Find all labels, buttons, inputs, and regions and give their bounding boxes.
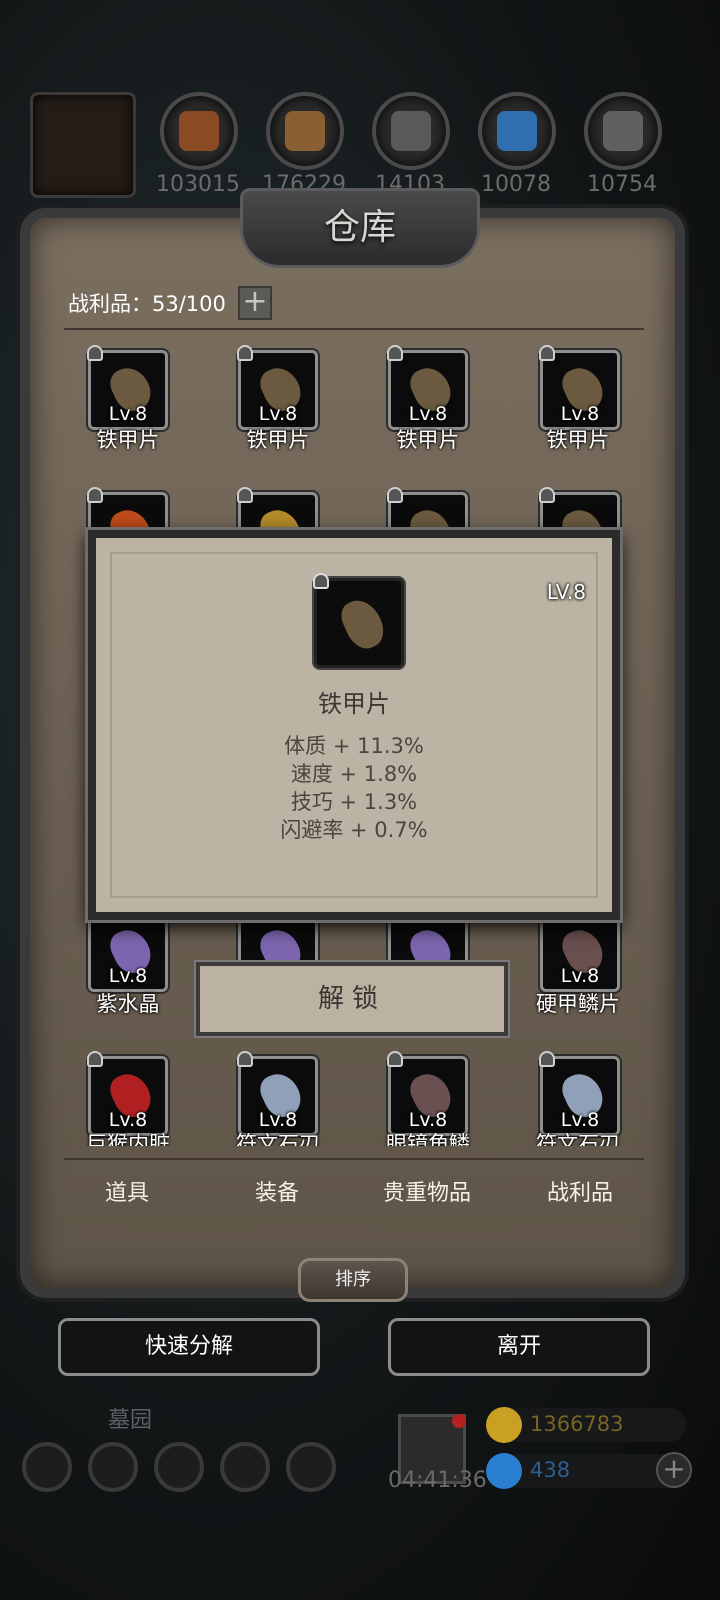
item-name: 紫水晶: [96, 992, 160, 1016]
gem-amount: 438: [530, 1458, 571, 1482]
item-name: 硬甲鳞片: [536, 992, 620, 1016]
inventory-item[interactable]: Lv.8: [539, 907, 620, 992]
divider: [64, 328, 644, 330]
item-icon: [313, 573, 404, 668]
lock-icon: [539, 487, 555, 503]
tab-equipment[interactable]: 装备: [202, 1175, 352, 1207]
unlock-button[interactable]: 解锁: [196, 962, 508, 1036]
quick-decompose-button[interactable]: 快速分解: [58, 1318, 320, 1376]
mail-icon[interactable]: [220, 1442, 270, 1492]
stat-line: 体质 + 11.3%: [284, 734, 424, 758]
gem-icon: [486, 1453, 522, 1489]
sort-button[interactable]: 排序: [298, 1258, 408, 1302]
lock-icon: [313, 573, 329, 589]
notification-dot: [452, 1414, 466, 1428]
resource-count: 103015: [156, 172, 240, 197]
loot-capacity: 战利品：53/100: [68, 292, 226, 316]
add-currency-button[interactable]: +: [656, 1452, 692, 1488]
item-name: 巨猴内脏: [86, 1132, 170, 1146]
gift-timer: 04:41:36: [388, 1468, 487, 1493]
skill-icon[interactable]: [88, 1442, 138, 1492]
item-name: 铁甲片: [396, 428, 460, 452]
item-name: 铁甲片: [546, 428, 610, 452]
tab-loot[interactable]: 战利品: [505, 1175, 655, 1207]
lock-icon: [87, 487, 103, 503]
resource-count: 10078: [481, 172, 551, 197]
meat-icon: [179, 111, 219, 151]
inventory-item[interactable]: Lv.8: [237, 345, 318, 430]
gold-coin-icon: [486, 1407, 522, 1443]
lock-icon: [237, 345, 253, 361]
lock-icon: [87, 1051, 103, 1067]
item-detail-popup: LV.8 铁甲片 体质 + 11.3% 速度 + 1.8% 技巧 + 1.3% …: [88, 530, 620, 920]
lock-icon: [387, 1051, 403, 1067]
iron-icon: [603, 111, 643, 151]
tab-valuables[interactable]: 贵重物品: [352, 1175, 502, 1207]
map-icon[interactable]: [154, 1442, 204, 1492]
item-name: 铁甲片: [318, 690, 390, 718]
guild-icon[interactable]: [286, 1442, 336, 1492]
location-label: 墓园: [108, 1408, 153, 1433]
tab-items[interactable]: 道具: [52, 1175, 202, 1207]
panel-title: 仓库: [323, 207, 396, 248]
item-level: Lv.8: [108, 965, 148, 987]
hero-portrait[interactable]: [30, 92, 136, 198]
item-name: 符文石刃: [536, 1132, 620, 1146]
inventory-item[interactable]: Lv.8: [87, 907, 168, 992]
inventory-item[interactable]: Lv.8: [539, 345, 620, 430]
leave-button[interactable]: 离开: [388, 1318, 650, 1376]
resource-count: 10754: [587, 172, 657, 197]
lock-icon: [539, 345, 555, 361]
item-name: 眼镜角鳞: [386, 1132, 470, 1146]
lock-icon: [237, 1051, 253, 1067]
item-level: Lv.8: [408, 403, 448, 425]
lock-icon: [539, 1051, 555, 1067]
resource-wood[interactable]: [266, 92, 344, 170]
stat-line: 技巧 + 1.3%: [290, 790, 418, 814]
inventory-item[interactable]: Lv.8: [87, 345, 168, 430]
item-name: 符文石刃: [236, 1132, 320, 1146]
item-level: Lv.8: [258, 403, 298, 425]
item-level: Lv.8: [108, 403, 148, 425]
item-name: 铁甲片: [96, 428, 160, 452]
expand-capacity-button[interactable]: +: [238, 286, 272, 320]
gold-amount: 1366783: [530, 1412, 624, 1436]
inventory-item[interactable]: Lv.8: [237, 1051, 318, 1136]
settings-icon[interactable]: [22, 1442, 72, 1492]
item-level: Lv.8: [560, 403, 600, 425]
crystal-icon: [497, 111, 537, 151]
item-level: Lv.8: [560, 965, 600, 987]
lock-icon: [87, 345, 103, 361]
item-name: 铁甲片: [246, 428, 310, 452]
inventory-item[interactable]: Lv.8: [387, 345, 468, 430]
wood-icon: [285, 111, 325, 151]
inventory-item[interactable]: Lv.8: [539, 1051, 620, 1136]
lock-icon: [387, 487, 403, 503]
iron-plate-icon: [336, 593, 390, 655]
lock-icon: [237, 487, 253, 503]
resource-iron[interactable]: [584, 92, 662, 170]
stone-icon: [391, 111, 431, 151]
resource-stone[interactable]: [372, 92, 450, 170]
resource-crystal[interactable]: [478, 92, 556, 170]
item-level: LV.8: [546, 580, 586, 604]
stat-line: 闪避率 + 0.7%: [280, 818, 428, 842]
inventory-item[interactable]: Lv.8: [87, 1051, 168, 1136]
lock-icon: [387, 345, 403, 361]
stat-line: 速度 + 1.8%: [290, 762, 418, 786]
divider: [64, 1158, 644, 1160]
resource-meat[interactable]: [160, 92, 238, 170]
inventory-item[interactable]: Lv.8: [387, 1051, 468, 1136]
